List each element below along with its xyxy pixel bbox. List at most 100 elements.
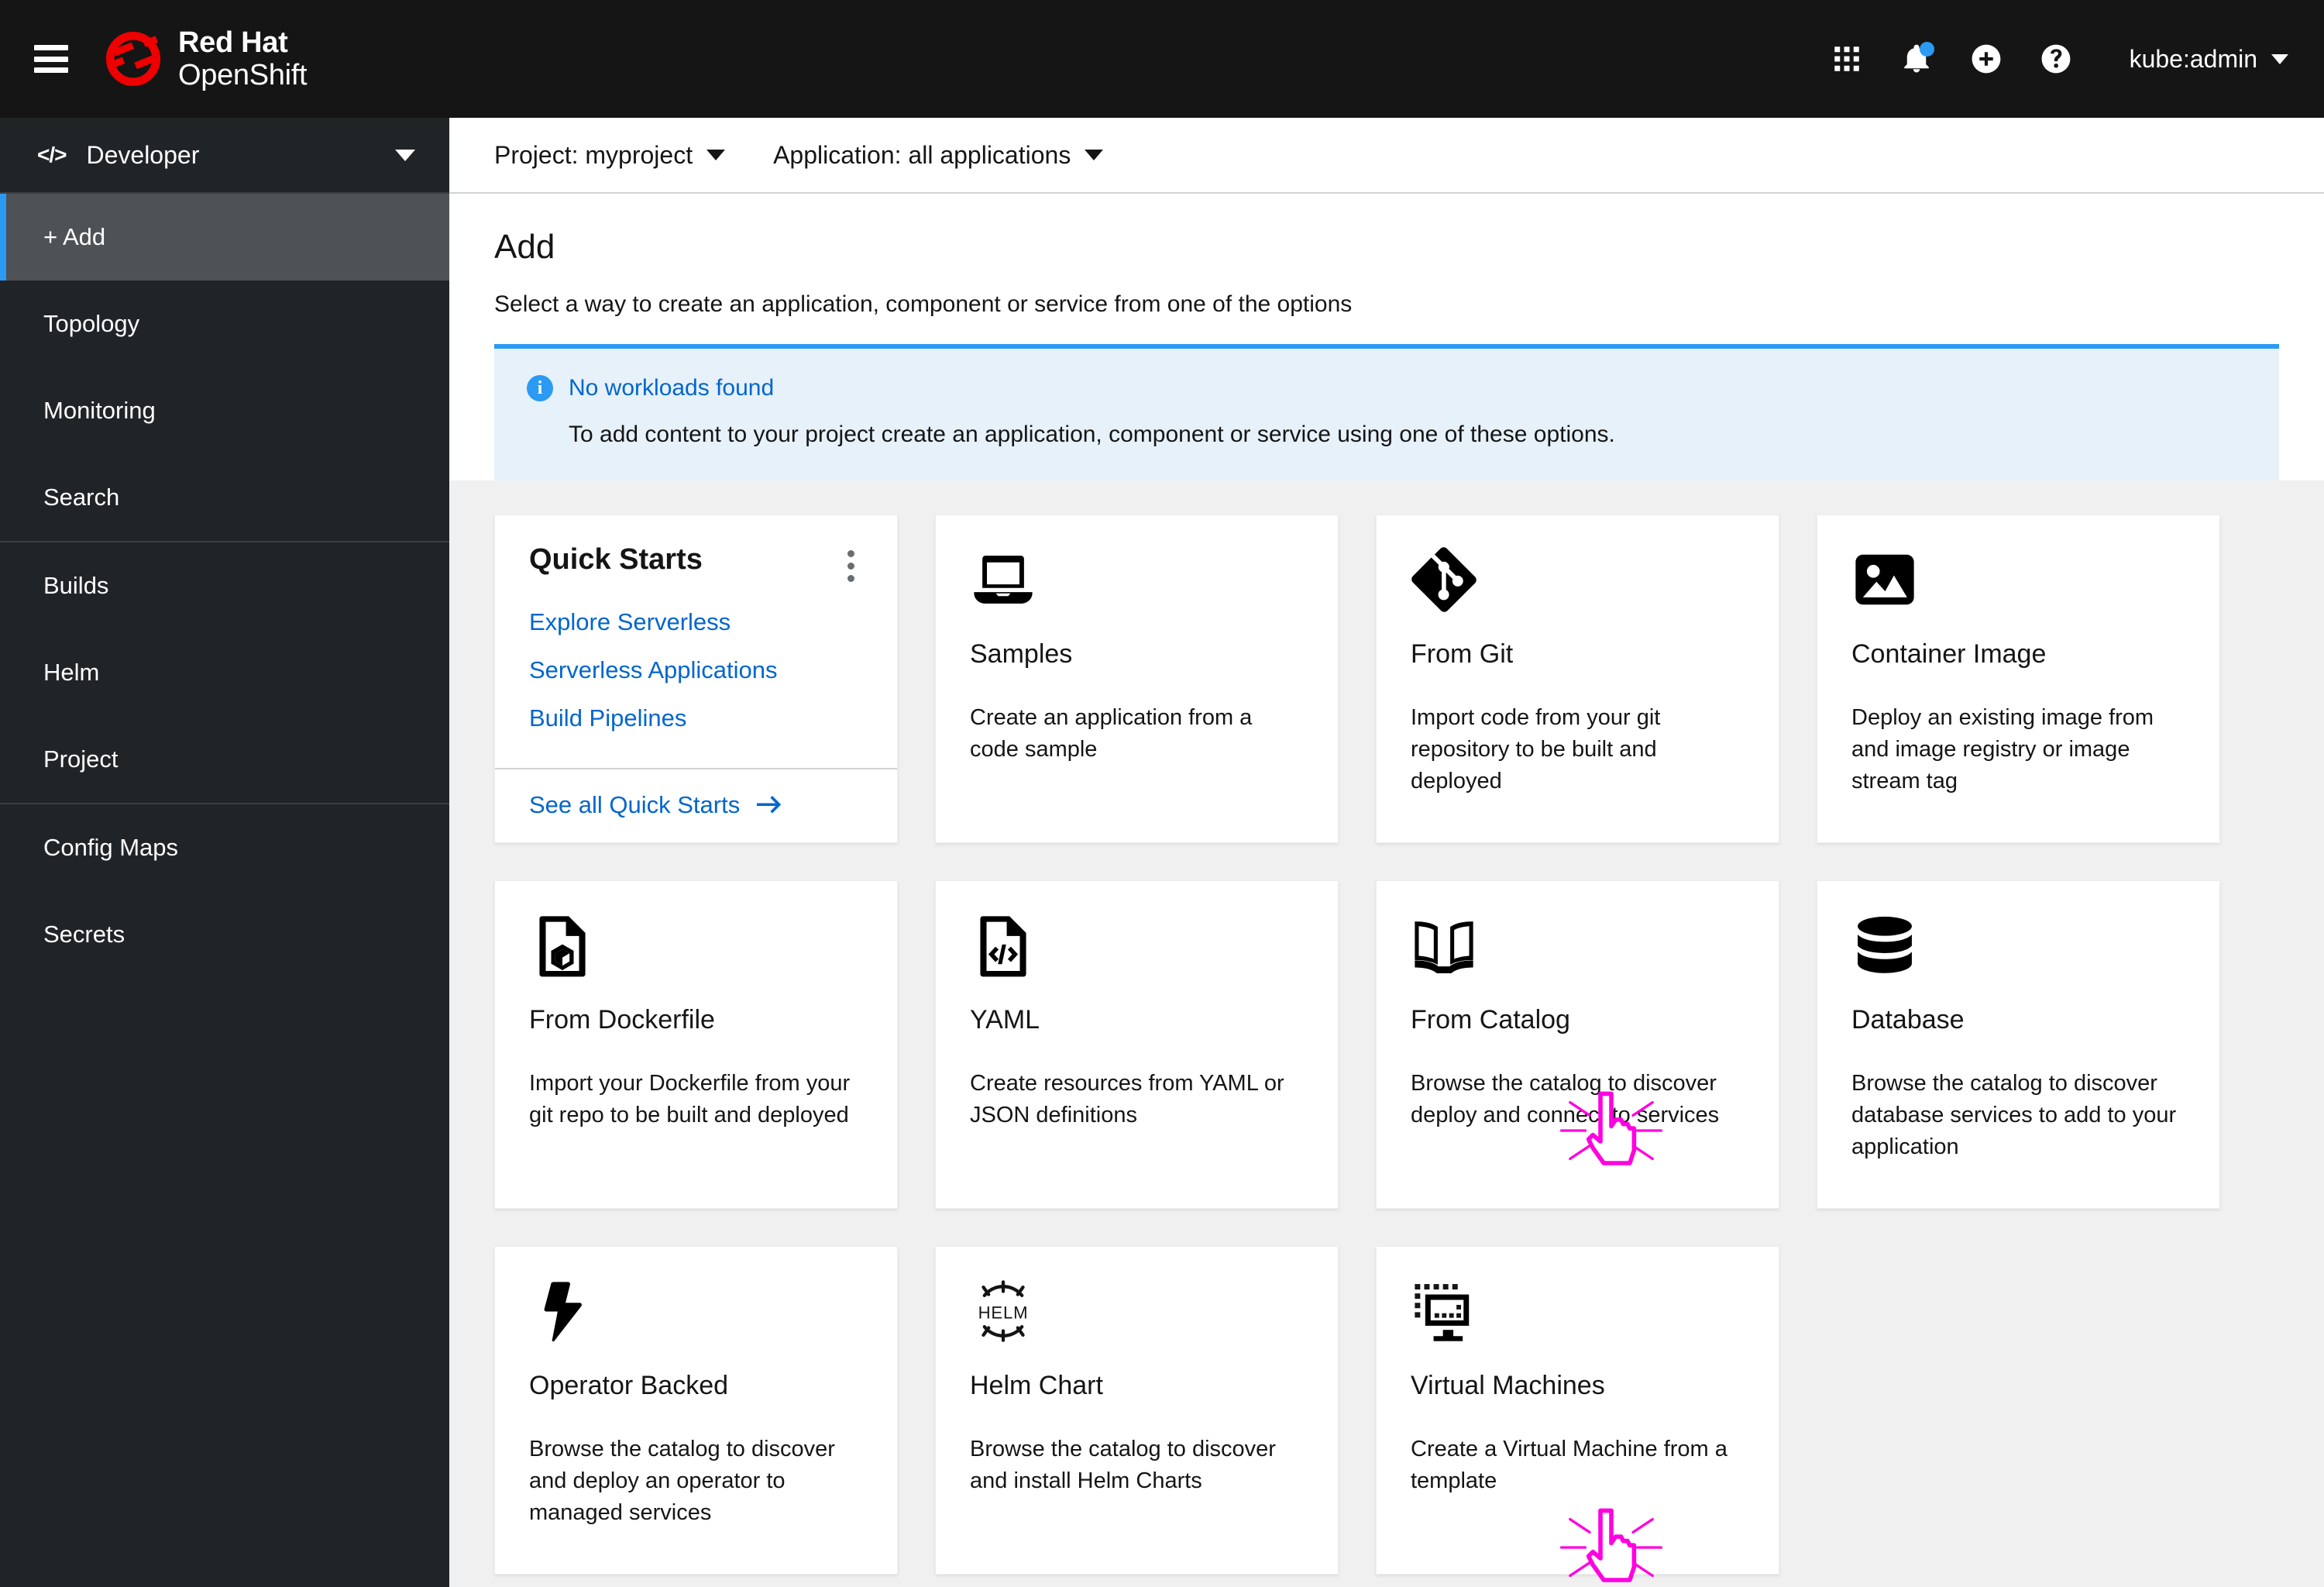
card-description: Create a Virtual Machine from a template — [1411, 1437, 1728, 1494]
sidebar-item-helm[interactable]: Helm — [0, 629, 449, 716]
add-options-grid: Quick Starts Explore Serverless Serverle… — [494, 515, 2257, 1582]
user-menu[interactable]: kube:admin — [2130, 45, 2288, 74]
add-option-card-from-dockerfile[interactable]: From Dockerfile Import your Dockerfile f… — [494, 880, 898, 1209]
add-option-card-database[interactable]: Database Browse the catalog to discover … — [1817, 880, 2220, 1209]
add-option-card-samples[interactable]: Samples Create an application from a cod… — [935, 515, 1339, 843]
kebab-menu-icon[interactable] — [835, 543, 866, 584]
sidebar-item-secrets[interactable]: Secrets — [0, 891, 449, 978]
kebab-dot — [847, 562, 854, 570]
git-icon — [1411, 546, 1745, 621]
help-circle-icon[interactable] — [2038, 41, 2074, 77]
hamburger-icon[interactable] — [34, 45, 68, 73]
quick-starts-header: Quick Starts — [495, 515, 897, 584]
sidebar-item-label: Monitoring — [43, 397, 156, 424]
card-title: Database — [1851, 1005, 1965, 1034]
see-all-quick-starts-label: See all Quick Starts — [529, 791, 741, 818]
quick-starts-title: Quick Starts — [529, 543, 703, 576]
application-selector[interactable]: Application: all applications — [773, 141, 1104, 170]
add-option-card-operator-backed[interactable]: Operator Backed Browse the catalog to di… — [494, 1246, 898, 1575]
add-option-card-from-git[interactable]: From Git Import code from your git repos… — [1376, 515, 1779, 843]
brand-text: Red Hat OpenShift — [178, 26, 308, 91]
hamburger-bar — [34, 67, 68, 73]
info-circle-icon: i — [527, 375, 553, 401]
brand-logo-link[interactable]: Red Hat OpenShift — [104, 26, 308, 91]
notification-bell-icon[interactable] — [1899, 41, 1934, 77]
no-workloads-alert: i No workloads found To add content to y… — [494, 344, 2279, 480]
application-launcher-icon[interactable] — [1829, 41, 1865, 77]
sidebar-item-add[interactable]: + Add — [0, 194, 449, 281]
add-option-card-virtual-machines[interactable]: Virtual Machines Create a Virtual Machin… — [1376, 1246, 1779, 1582]
svg-text:HELM: HELM — [978, 1303, 1029, 1322]
project-selector-label: Project: myproject — [494, 140, 693, 169]
sidebar-item-label: Builds — [43, 572, 109, 599]
hamburger-bar — [34, 45, 68, 50]
masthead: Red Hat OpenShift kube:admin — [0, 0, 2324, 118]
kebab-dot — [847, 549, 854, 557]
sidebar-item-label: + Add — [43, 223, 106, 250]
see-all-quick-starts-link[interactable]: See all Quick Starts — [529, 791, 863, 819]
sidebar-item-monitoring[interactable]: Monitoring — [0, 367, 449, 454]
card-title: From Dockerfile — [529, 1005, 715, 1034]
quick-starts-footer: See all Quick Starts — [495, 768, 897, 842]
kebab-dot — [847, 574, 854, 582]
add-option-card-container-image[interactable]: Container Image Deploy an existing image… — [1817, 515, 2220, 843]
page-header: Add Select a way to create an applicatio… — [449, 194, 2324, 318]
quick-start-link-serverless-applications[interactable]: Serverless Applications — [529, 656, 863, 684]
brand-line-2: OpenShift — [178, 59, 308, 91]
perspective-label: Developer — [86, 140, 200, 169]
card-title: Container Image — [1851, 639, 2047, 669]
card-title: Operator Backed — [529, 1371, 729, 1400]
add-option-card-yaml[interactable]: YAML Create resources from YAML or JSON … — [935, 880, 1339, 1209]
card-title: Helm Chart — [970, 1371, 1103, 1400]
brand-line-1: Red Hat — [178, 26, 288, 59]
container-image-icon — [1851, 546, 2185, 621]
quick-start-link-build-pipelines[interactable]: Build Pipelines — [529, 704, 863, 732]
card-description: Browse the catalog to discover database … — [1851, 1071, 2177, 1160]
card-description: Browse the catalog to discover deploy an… — [1411, 1071, 1720, 1128]
sidebar: </> Developer + Add Topology Monitoring … — [0, 118, 449, 1587]
card-title: YAML — [970, 1005, 1040, 1034]
arrow-right-icon — [757, 796, 782, 814]
notification-badge — [1919, 42, 1934, 57]
code-icon: </> — [37, 143, 67, 167]
add-options-grid-area: Quick Starts Explore Serverless Serverle… — [449, 480, 2324, 1587]
add-option-card-from-catalog[interactable]: From Catalog Browse the catalog to disco… — [1376, 880, 1779, 1209]
perspective-switcher[interactable]: </> Developer — [0, 118, 449, 194]
card-description: Browse the catalog to discover and insta… — [970, 1437, 1276, 1494]
openshift-console: Red Hat OpenShift kube:admin </> Develop… — [0, 0, 2324, 1587]
sidebar-item-label: Search — [43, 484, 120, 511]
card-description: Browse the catalog to discover and deplo… — [529, 1437, 835, 1526]
laptop-code-icon — [970, 546, 1304, 621]
quick-starts-links: Explore Serverless Serverless Applicatio… — [495, 584, 897, 768]
alert-title: No workloads found — [569, 375, 775, 401]
sidebar-item-label: Helm — [43, 659, 100, 686]
main-content: Project: myproject Application: all appl… — [449, 118, 2324, 1587]
redhat-logo-icon — [105, 31, 161, 87]
plus-circle-icon[interactable] — [1968, 41, 2004, 77]
card-title: From Git — [1411, 639, 1514, 669]
sidebar-nav: + Add Topology Monitoring Search Builds … — [0, 194, 449, 978]
sidebar-item-search[interactable]: Search — [0, 454, 449, 541]
add-option-card-helm-chart[interactable]: HELM Helm Chart Browse the catalog to di… — [935, 1246, 1339, 1575]
project-selector[interactable]: Project: myproject — [494, 140, 726, 170]
dockerfile-icon — [529, 912, 863, 986]
chevron-down-icon — [706, 150, 726, 160]
sidebar-item-label: Topology — [43, 310, 140, 337]
sidebar-item-config-maps[interactable]: Config Maps — [0, 804, 449, 891]
masthead-actions: kube:admin — [1829, 41, 2288, 77]
page-subtitle: Select a way to create an application, c… — [494, 291, 1353, 317]
alert-body: To add content to your project create an… — [569, 422, 1615, 447]
sidebar-item-builds[interactable]: Builds — [0, 542, 449, 629]
card-description: Deploy an existing image from and image … — [1851, 705, 2154, 794]
page-title: Add — [494, 228, 555, 266]
card-title: Samples — [970, 639, 1073, 669]
database-icon — [1851, 912, 2185, 986]
alert-wrapper: i No workloads found To add content to y… — [449, 318, 2324, 480]
quick-start-link-explore-serverless[interactable]: Explore Serverless — [529, 608, 863, 636]
sidebar-item-topology[interactable]: Topology — [0, 281, 449, 367]
body-row: </> Developer + Add Topology Monitoring … — [0, 118, 2324, 1587]
chevron-down-icon — [395, 149, 415, 161]
sidebar-item-project[interactable]: Project — [0, 716, 449, 803]
card-description: Create resources from YAML or JSON defin… — [970, 1071, 1284, 1128]
helm-icon: HELM — [970, 1278, 1304, 1352]
